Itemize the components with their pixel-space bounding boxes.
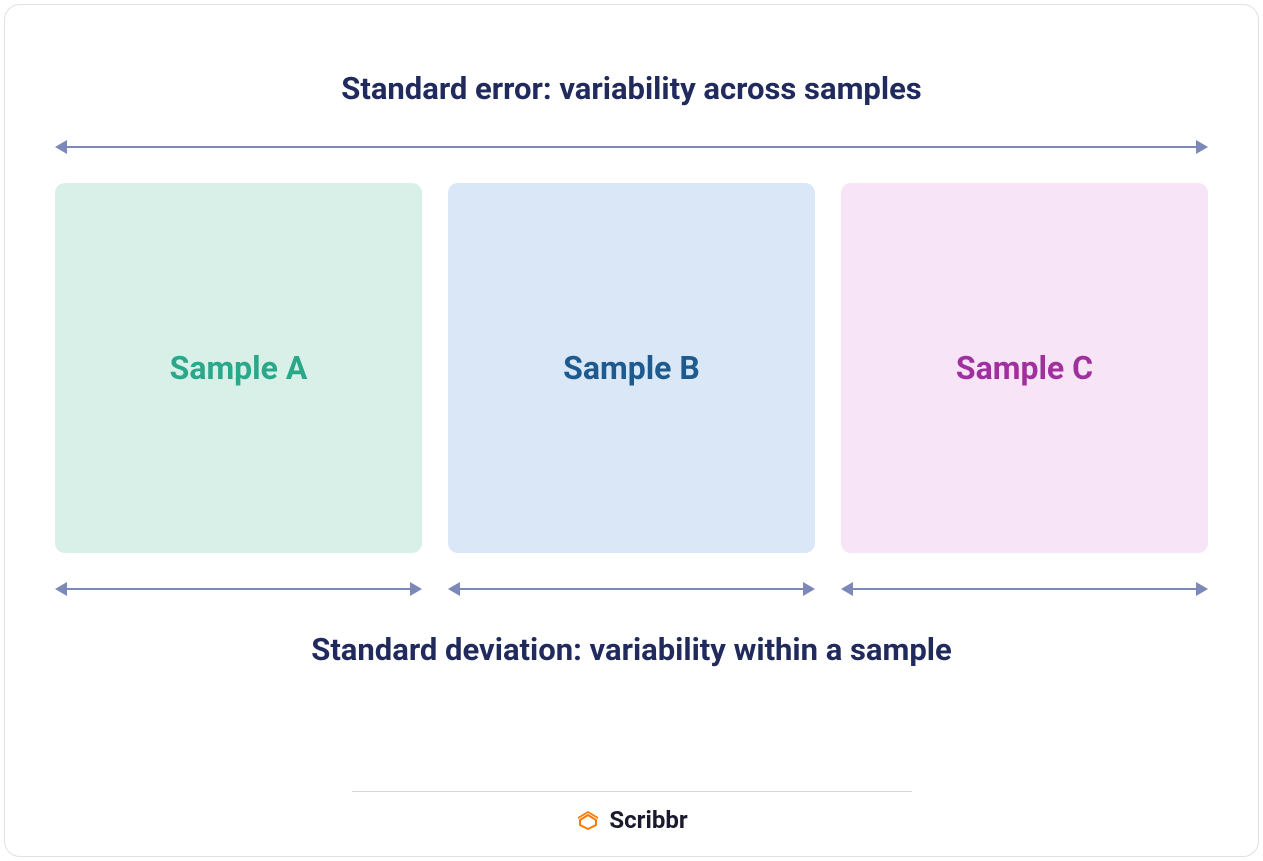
arrow-line	[456, 588, 807, 590]
footer: Scribbr	[352, 791, 912, 834]
sample-a-label: Sample A	[170, 349, 308, 387]
within-sample-arrows-row	[55, 581, 1208, 597]
sample-a-arrow	[55, 581, 422, 597]
arrow-line	[849, 588, 1200, 590]
sample-b-label: Sample B	[563, 349, 700, 387]
arrow-line	[63, 146, 1200, 148]
across-samples-arrow	[55, 139, 1208, 155]
samples-row: Sample A Sample B Sample C	[55, 183, 1208, 553]
standard-error-title: Standard error: variability across sampl…	[341, 70, 921, 107]
sample-b-arrow	[448, 581, 815, 597]
arrow-right-head-icon	[410, 582, 422, 596]
brand: Scribbr	[575, 806, 687, 834]
standard-deviation-title: Standard deviation: variability within a…	[311, 631, 952, 668]
arrow-right-head-icon	[1196, 582, 1208, 596]
arrow-line	[63, 588, 414, 590]
sample-a-box: Sample A	[55, 183, 422, 553]
arrow-right-head-icon	[1196, 140, 1208, 154]
sample-c-arrow	[841, 581, 1208, 597]
sample-b-box: Sample B	[448, 183, 815, 553]
sample-c-box: Sample C	[841, 183, 1208, 553]
diagram-container: Standard error: variability across sampl…	[4, 4, 1259, 857]
scribbr-logo-icon	[575, 807, 601, 833]
sample-c-label: Sample C	[956, 349, 1093, 387]
brand-name: Scribbr	[609, 806, 687, 834]
arrow-right-head-icon	[803, 582, 815, 596]
footer-divider	[352, 791, 912, 792]
